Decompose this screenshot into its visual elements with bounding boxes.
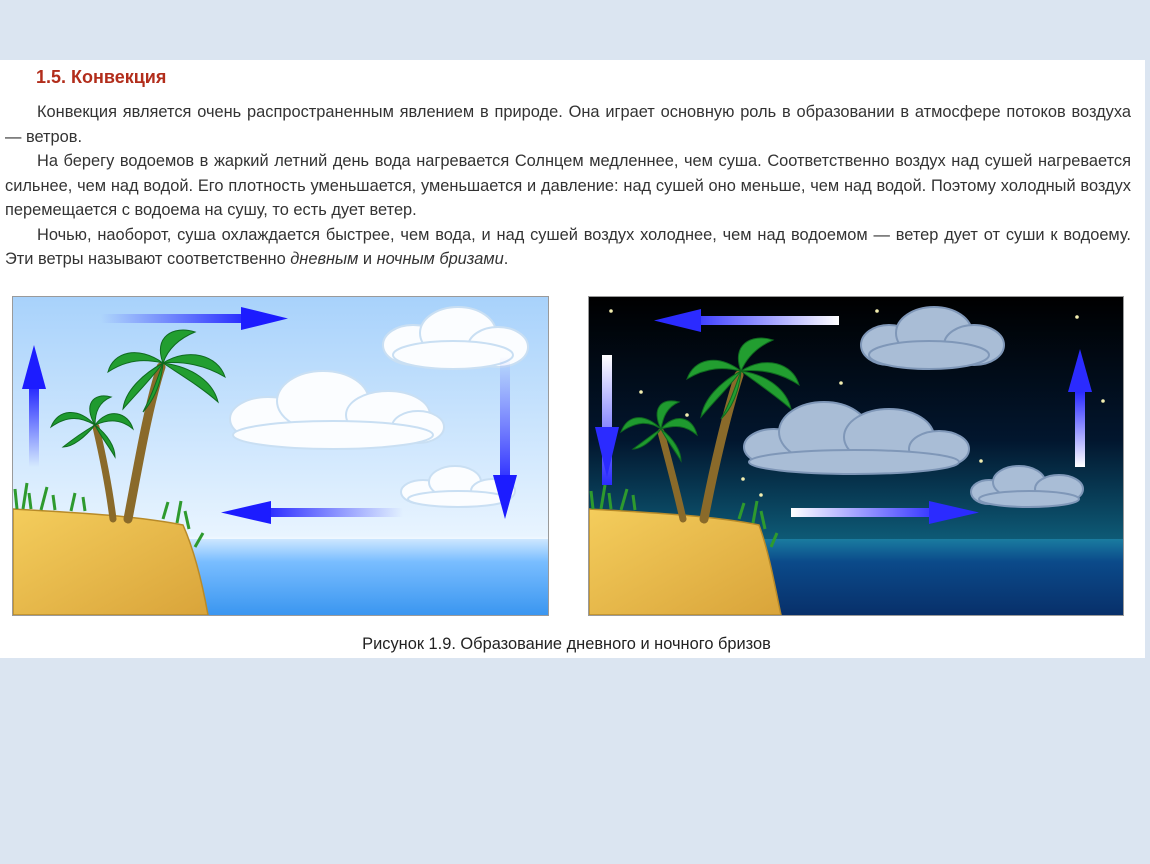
paragraph-2: На берегу водоемов в жаркий летний день … <box>5 152 1131 219</box>
paragraph-3: Ночью, наоборот, суша охлаждается быстре… <box>5 223 1131 272</box>
body-text: Конвекция является очень распространенны… <box>5 100 1131 272</box>
figure-caption: Рисунок 1.9. Образование дневного и ночн… <box>362 635 771 653</box>
paragraph-1: Конвекция является очень распространенны… <box>5 103 1131 146</box>
term-day-breeze: дневным <box>290 250 359 268</box>
shore-land <box>589 508 782 615</box>
night-breeze-illustration <box>588 296 1124 616</box>
day-breeze-illustration <box>12 296 549 616</box>
section-heading: 1.5. Конвекция <box>36 67 167 87</box>
slide: 1.5. Конвекция Конвекция является очень … <box>0 60 1145 658</box>
shore-land <box>13 508 209 615</box>
paragraph-3-start: Ночью, наоборот, суша охлаждается быстре… <box>5 225 1131 269</box>
paragraph-3-end: . <box>503 250 509 268</box>
paragraph-3-mid: и <box>358 250 377 268</box>
term-night-breeze: ночным бризами <box>376 250 504 268</box>
